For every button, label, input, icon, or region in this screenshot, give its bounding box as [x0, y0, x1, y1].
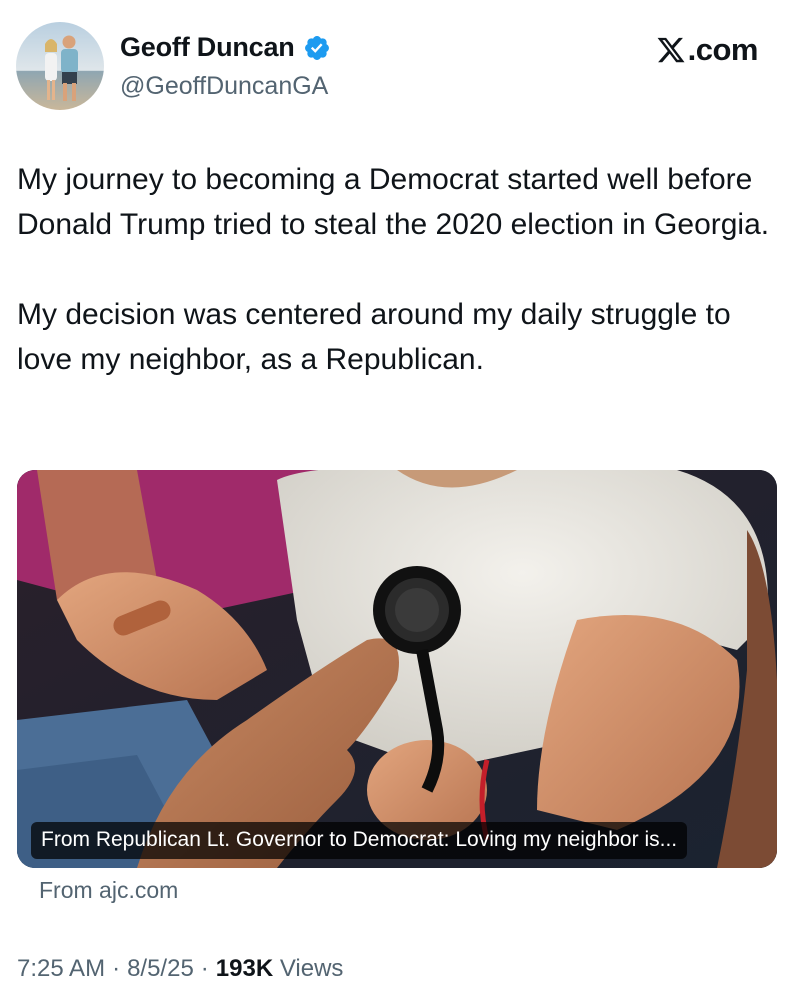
- tweet-paragraph: My journey to becoming a Democrat starte…: [17, 163, 770, 241]
- views-label: Views: [279, 955, 344, 982]
- x-logo-icon: [657, 37, 685, 63]
- author-display-name[interactable]: Geoff Duncan: [120, 32, 295, 63]
- card-source-link[interactable]: From ajc.com: [39, 877, 178, 904]
- tweet-time[interactable]: 7:25 AM: [17, 955, 105, 983]
- tweet: Geoff Duncan @GeoffDuncanGA .com My jour…: [0, 0, 794, 1000]
- tweet-paragraph: My decision was centered around my daily…: [17, 298, 731, 376]
- verified-badge-icon: [304, 35, 329, 60]
- x-com-brand: .com: [656, 32, 759, 68]
- meta-separator: ·: [112, 955, 121, 982]
- avatar-photo: [16, 22, 104, 110]
- author-handle[interactable]: @GeoffDuncanGA: [120, 72, 328, 101]
- tweet-text: My journey to becoming a Democrat starte…: [17, 157, 787, 382]
- author-name-row[interactable]: Geoff Duncan: [120, 32, 331, 63]
- meta-separator: ·: [200, 955, 209, 982]
- views-count: 193K: [215, 955, 274, 982]
- tweet-meta: 7:25 AM · 8/5/25 · 193K Views: [17, 955, 343, 983]
- author-avatar[interactable]: [16, 22, 104, 110]
- card-image: [17, 470, 777, 868]
- brand-label: .com: [687, 32, 759, 67]
- card-caption: From Republican Lt. Governor to Democrat…: [31, 822, 688, 859]
- link-card[interactable]: From Republican Lt. Governor to Democrat…: [17, 470, 777, 868]
- tweet-date[interactable]: 8/5/25: [127, 955, 194, 983]
